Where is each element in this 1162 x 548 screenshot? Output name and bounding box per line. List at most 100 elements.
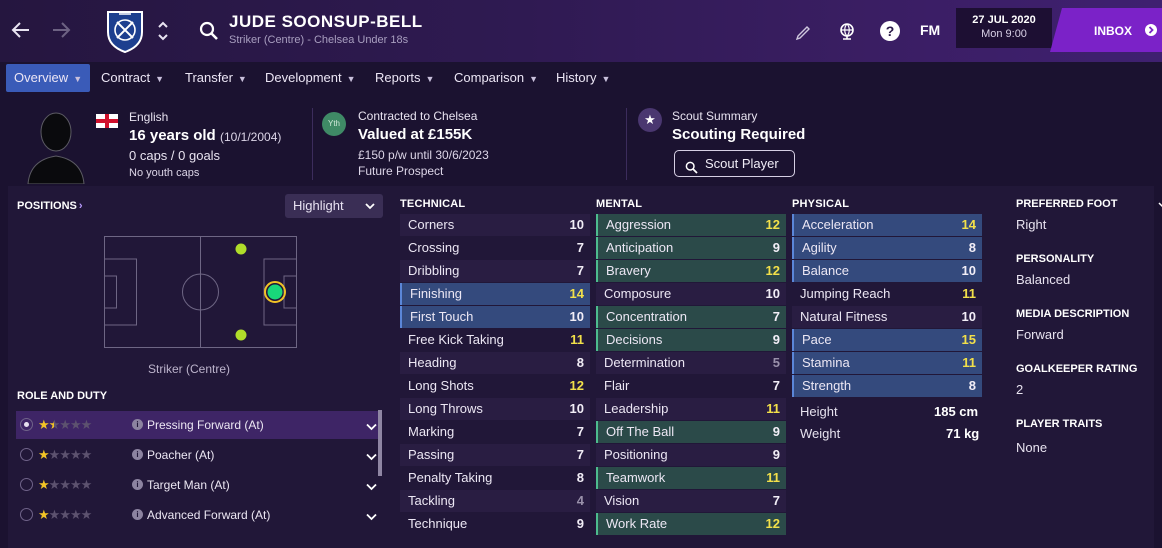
role-star-rating: ★★★★★ — [38, 477, 92, 492]
physical-attribute-row[interactable]: Jumping Reach 11 — [792, 283, 982, 305]
mental-attribute-row[interactable]: Leadership 11 — [596, 398, 786, 420]
globe-icon[interactable] — [836, 20, 858, 42]
technical-attribute-row[interactable]: First Touch 10 — [400, 306, 590, 328]
chevron-down-icon: ▼ — [73, 74, 83, 84]
mental-attribute-row[interactable]: Anticipation 9 — [596, 237, 786, 259]
search-icon[interactable] — [198, 20, 220, 42]
tab-label: History — [556, 70, 597, 85]
help-icon[interactable]: ? — [879, 20, 901, 42]
tab-label: Overview — [14, 70, 69, 85]
technical-attribute-row[interactable]: Long Throws 10 — [400, 398, 590, 420]
physical-attribute-row[interactable]: Pace 15 — [792, 329, 982, 351]
mental-attribute-row[interactable]: Composure 10 — [596, 283, 786, 305]
scout-player-button[interactable]: Scout Player — [674, 150, 795, 177]
tab-transfer[interactable]: Transfer ▼ — [177, 64, 255, 92]
role-row[interactable]: ★★★★★ i Target Man (At) — [16, 471, 378, 499]
physical-attribute-row[interactable]: Agility 8 — [792, 237, 982, 259]
physical-attribute-row[interactable]: Natural Fitness 10 — [792, 306, 982, 328]
technical-attribute-row[interactable]: Heading 8 — [400, 352, 590, 374]
attribute-value: 11 — [766, 470, 780, 485]
tab-contract[interactable]: Contract ▼ — [93, 64, 172, 92]
fm-logo[interactable]: FM — [920, 22, 940, 38]
attribute-value: 7 — [772, 378, 780, 393]
mental-attribute-row[interactable]: Aggression 12 — [596, 214, 786, 236]
chevron-down-icon[interactable] — [366, 419, 377, 431]
info-icon[interactable]: i — [132, 449, 143, 460]
mental-attribute-row[interactable]: Flair 7 — [596, 375, 786, 397]
tab-comparison[interactable]: Comparison ▼ — [446, 64, 546, 92]
technical-attribute-row[interactable]: Dribbling 7 — [400, 260, 590, 282]
club-crest-icon[interactable] — [104, 8, 146, 54]
mental-attribute-row[interactable]: Concentration 7 — [596, 306, 786, 328]
physical-attribute-row[interactable]: Balance 10 — [792, 260, 982, 282]
chevron-down-icon[interactable] — [1158, 200, 1162, 211]
attribute-name: Teamwork — [606, 470, 666, 485]
tab-overview[interactable]: Overview ▼ — [6, 64, 91, 92]
attribute-name: Dribbling — [408, 263, 460, 278]
technical-attribute-row[interactable]: Passing 7 — [400, 444, 590, 466]
tab-label: Transfer — [185, 70, 233, 85]
attribute-value: 10 — [569, 217, 584, 232]
chevron-down-icon[interactable] — [366, 509, 377, 521]
positions-header[interactable]: POSITIONS › — [17, 200, 83, 212]
highlight-dropdown[interactable]: Highlight — [285, 194, 383, 218]
technical-attribute-row[interactable]: Crossing 7 — [400, 237, 590, 259]
role-row[interactable]: ★★★★★ i Advanced Forward (At) — [16, 501, 378, 529]
back-arrow-icon[interactable] — [9, 18, 33, 42]
role-star-rating: ★★★★★ — [38, 417, 92, 432]
attribute-name: First Touch — [410, 309, 474, 324]
technical-attribute-row[interactable]: Tackling 4 — [400, 490, 590, 512]
technical-attribute-row[interactable]: Free Kick Taking 11 — [400, 329, 590, 351]
role-name: Target Man (At) — [147, 478, 230, 492]
attribute-name: Strength — [802, 378, 852, 393]
mental-attribute-row[interactable]: Decisions 9 — [596, 329, 786, 351]
technical-attribute-row[interactable]: Long Shots 12 — [400, 375, 590, 397]
technical-attribute-row[interactable]: Technique 9 — [400, 513, 590, 535]
physical-attribute-row[interactable]: Acceleration 14 — [792, 214, 982, 236]
info-icon[interactable]: i — [132, 419, 143, 430]
technical-title: TECHNICAL — [400, 198, 466, 210]
role-star-rating: ★★★★★ — [38, 447, 92, 462]
inbox-button[interactable]: INBOX — [1050, 8, 1162, 52]
attribute-name: Balance — [802, 263, 849, 278]
attribute-value: 15 — [961, 332, 976, 347]
attribute-value: 14 — [961, 217, 976, 232]
attribute-name: Agility — [802, 240, 837, 255]
technical-attribute-row[interactable]: Penalty Taking 8 — [400, 467, 590, 489]
role-radio[interactable] — [20, 478, 33, 491]
mental-attribute-row[interactable]: Teamwork 11 — [596, 467, 786, 489]
physical-attribute-row[interactable]: Stamina 11 — [792, 352, 982, 374]
england-flag-icon — [96, 114, 118, 128]
pitch-diagram[interactable] — [104, 236, 297, 348]
role-radio[interactable] — [20, 418, 33, 431]
forward-arrow-icon[interactable] — [49, 18, 73, 42]
role-row[interactable]: ★★★★★ i Poacher (At) — [16, 441, 378, 469]
pencil-icon[interactable] — [792, 20, 814, 42]
mental-attribute-row[interactable]: Determination 5 — [596, 352, 786, 374]
tab-development[interactable]: Development ▼ — [257, 64, 364, 92]
role-row[interactable]: ★★★★★ i Pressing Forward (At) — [16, 411, 378, 439]
mental-attribute-row[interactable]: Off The Ball 9 — [596, 421, 786, 443]
mental-attribute-row[interactable]: Vision 7 — [596, 490, 786, 512]
mental-attribute-row[interactable]: Work Rate 12 — [596, 513, 786, 535]
attribute-name: Positioning — [604, 447, 668, 462]
role-scrollbar[interactable] — [378, 410, 382, 476]
tab-reports[interactable]: Reports ▼ — [367, 64, 442, 92]
tab-history[interactable]: History ▼ — [548, 64, 618, 92]
mental-attribute-row[interactable]: Positioning 9 — [596, 444, 786, 466]
info-icon[interactable]: i — [132, 479, 143, 490]
attribute-value: 9 — [772, 447, 780, 462]
physical-attribute-row[interactable]: Strength 8 — [792, 375, 982, 397]
attribute-name: Off The Ball — [606, 424, 675, 439]
date-display[interactable]: 27 JUL 2020 Mon 9:00 — [956, 8, 1052, 48]
chevron-up-down-icon[interactable] — [156, 18, 170, 44]
technical-attribute-row[interactable]: Corners 10 — [400, 214, 590, 236]
chevron-down-icon[interactable] — [366, 479, 377, 491]
chevron-down-icon[interactable] — [366, 449, 377, 461]
info-icon[interactable]: i — [132, 509, 143, 520]
role-radio[interactable] — [20, 508, 33, 521]
mental-attribute-row[interactable]: Bravery 12 — [596, 260, 786, 282]
technical-attribute-row[interactable]: Finishing 14 — [400, 283, 590, 305]
technical-attribute-row[interactable]: Marking 7 — [400, 421, 590, 443]
role-radio[interactable] — [20, 448, 33, 461]
